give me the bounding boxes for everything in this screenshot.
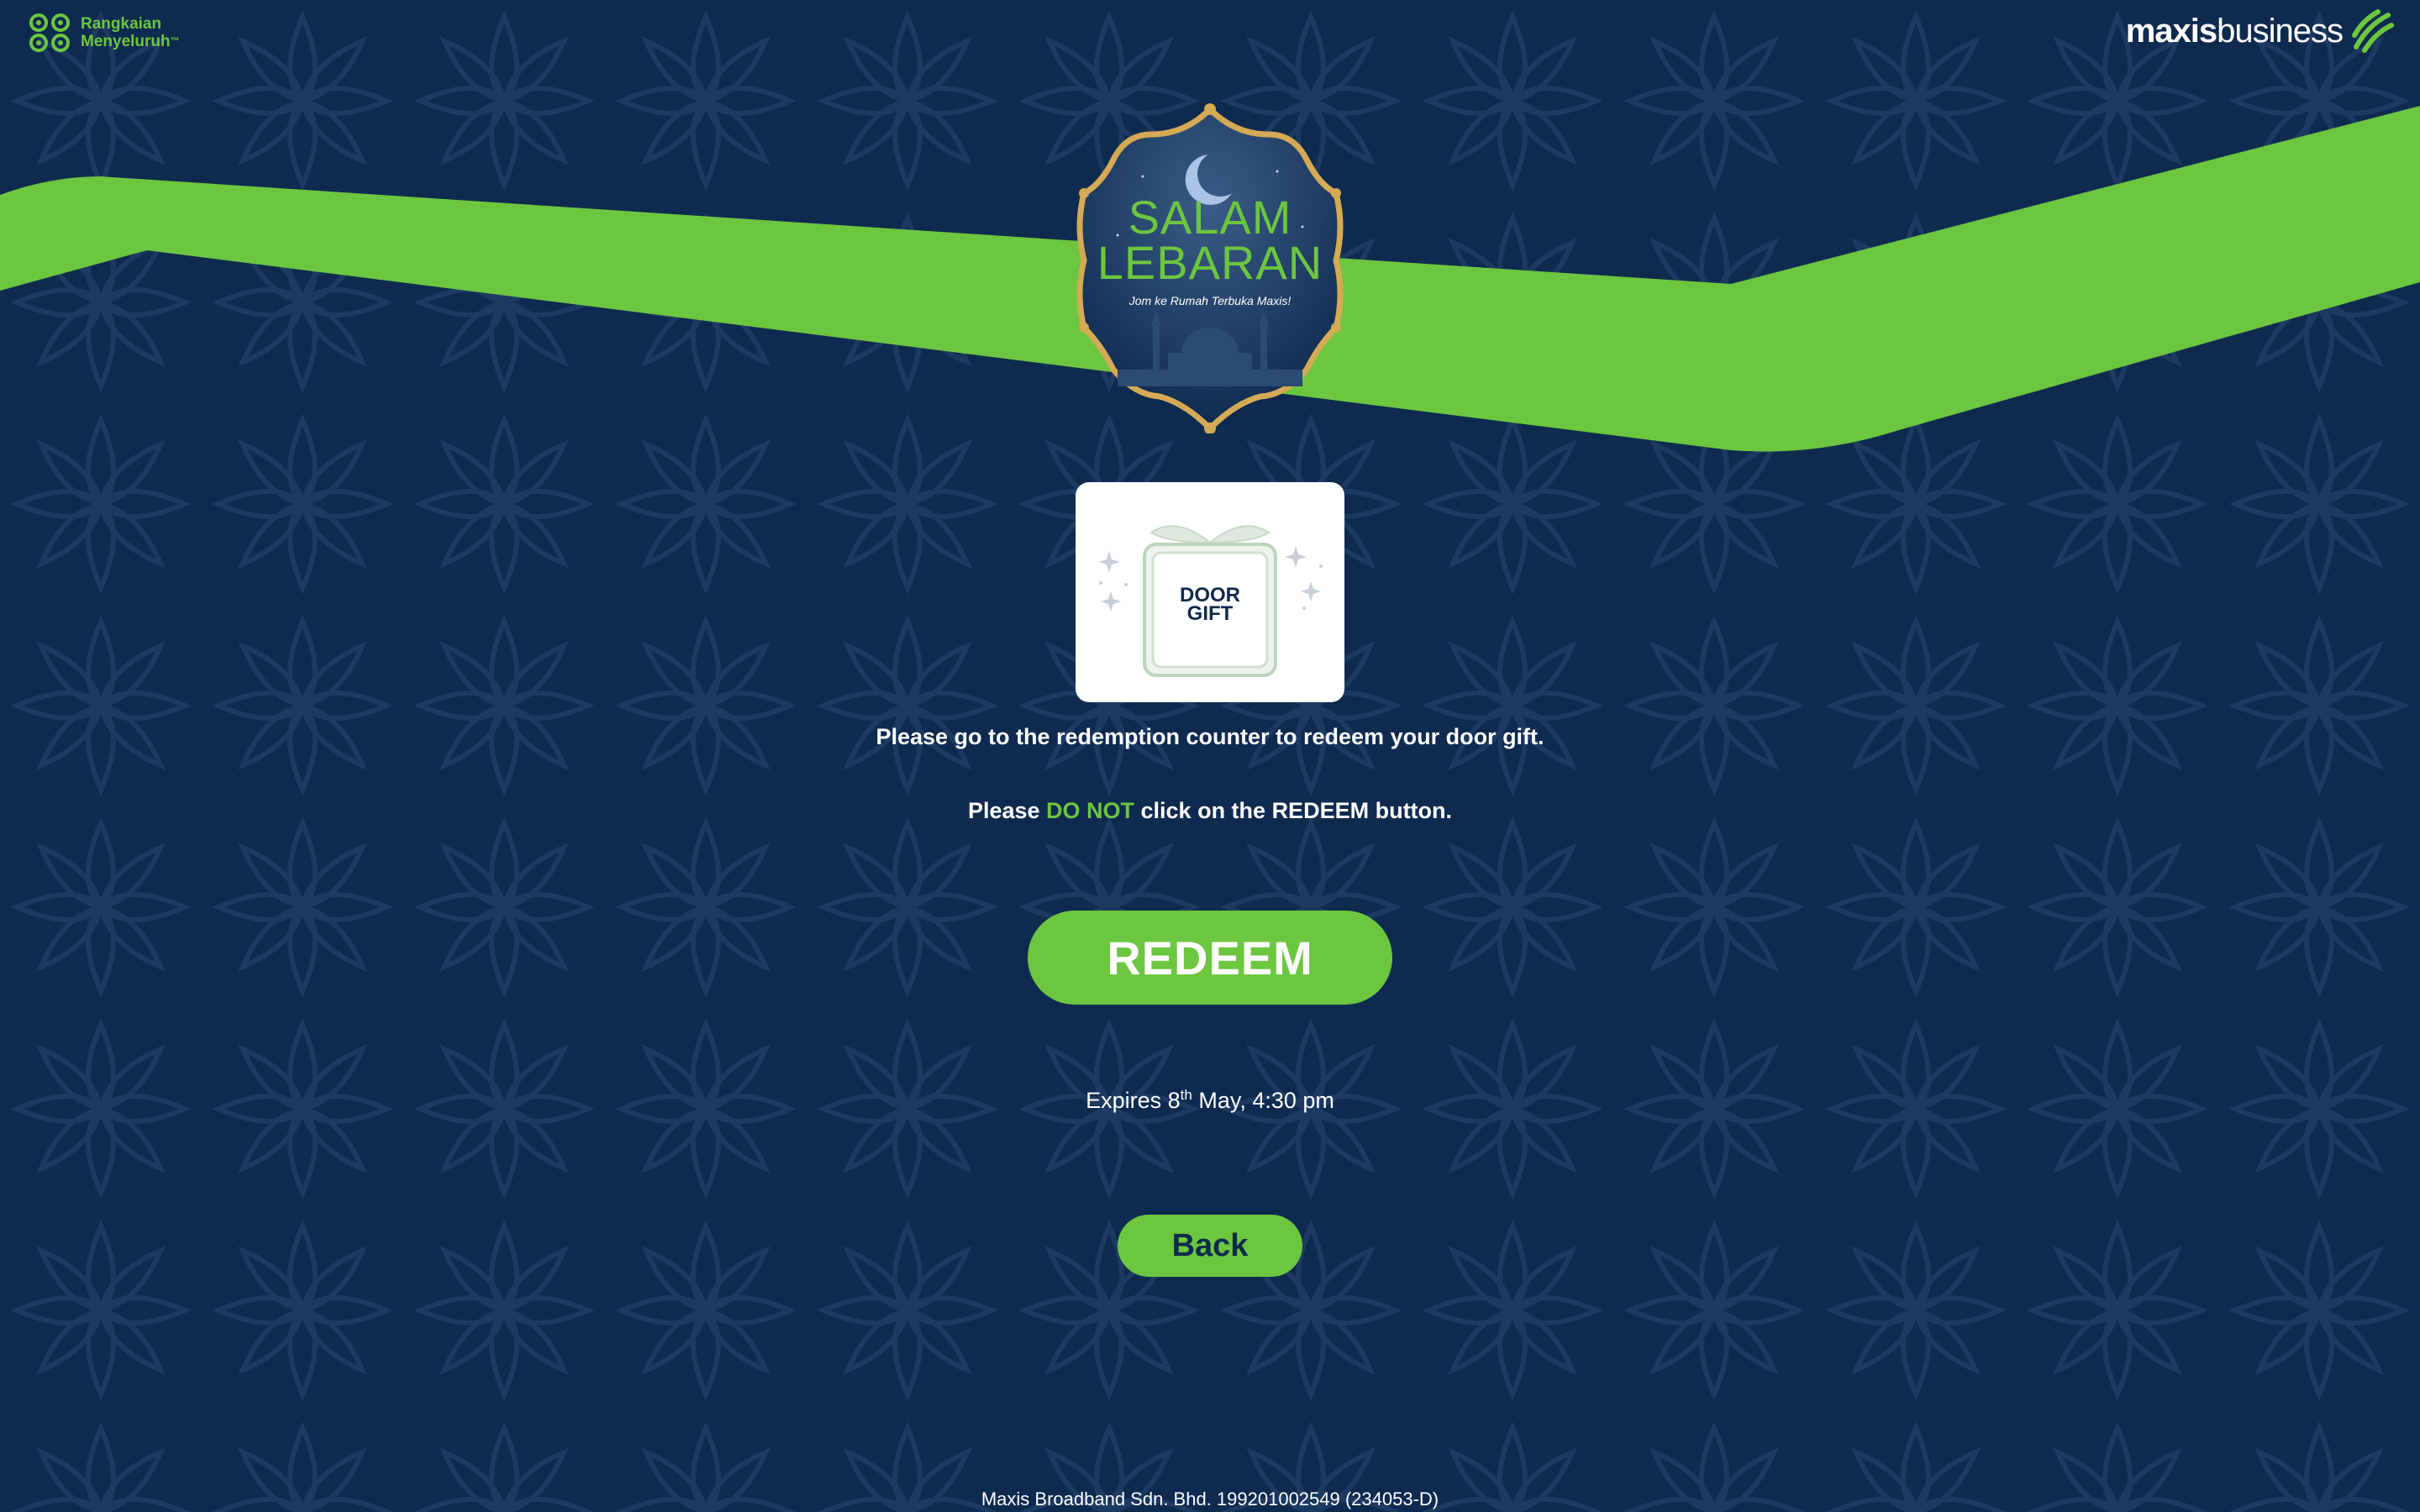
- warning-emphasis: DO NOT: [1046, 798, 1135, 823]
- rangkaian-menyeluruh-text: Rangkaian Menyeluruh™: [81, 15, 180, 50]
- logo-line-1: Rangkaian: [81, 15, 162, 33]
- footer-company-info: Maxis Broadband Sdn. Bhd. 199201002549 (…: [981, 1488, 1439, 1509]
- badge-title-line-1: SALAM: [1128, 191, 1292, 244]
- badge-title-line-2: LEBARAN: [1097, 236, 1323, 289]
- rangkaian-menyeluruh-logo-icon: [29, 13, 70, 52]
- redemption-instruction: Please go to the redemption counter to r…: [876, 724, 1544, 749]
- expiry-superscript: th: [1180, 1087, 1192, 1103]
- gift-label-line-2: GIFT: [1186, 602, 1234, 625]
- expiry-text: Expires 8th May, 4:30 pm: [0, 1087, 2420, 1114]
- rangkaian-menyeluruh-logo: Rangkaian Menyeluruh™: [27, 12, 180, 54]
- warning-middle: click on the: [1134, 798, 1272, 823]
- trademark-symbol: ™: [170, 36, 180, 46]
- redeem-warning: Please DO NOT click on the REDEEM button…: [0, 798, 2420, 824]
- warning-suffix: button.: [1369, 798, 1453, 823]
- expiry-suffix: May, 4:30 pm: [1192, 1088, 1334, 1113]
- redeem-button[interactable]: REDEEM: [1028, 911, 1392, 1005]
- badge-text: SALAM LEBARAN Jom ke Rumah Terbuka Maxis…: [1067, 191, 1353, 308]
- door-gift-label: DOOR GIFT: [1168, 585, 1252, 625]
- logo-line-2: Menyeluruh™: [81, 33, 180, 50]
- maxis-wave-icon: [2352, 9, 2394, 53]
- maxis-business-logo: maxisbusiness: [2126, 8, 2395, 54]
- expiry-prefix: Expires 8: [1086, 1088, 1181, 1113]
- maxis-business-wordmark: maxisbusiness: [2125, 12, 2344, 50]
- door-gift-card: DOOR GIFT: [1076, 482, 1344, 702]
- back-button[interactable]: Back: [1118, 1215, 1302, 1277]
- warning-prefix: Please: [967, 798, 1047, 823]
- warning-button-name: REDEEM: [1271, 798, 1370, 823]
- badge-subtitle: Jom ke Rumah Terbuka Maxis!: [1128, 294, 1292, 307]
- salam-lebaran-badge: SALAM LEBARAN Jom ke Rumah Terbuka Maxis…: [1067, 101, 1353, 433]
